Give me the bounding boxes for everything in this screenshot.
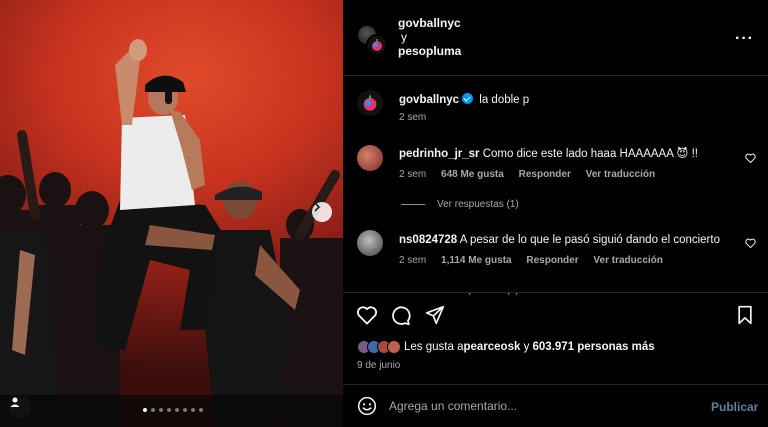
avatar[interactable] <box>357 230 383 256</box>
concert-photo <box>0 39 343 427</box>
view-replies-label: Ver respuestas (1) <box>437 199 519 210</box>
avatar <box>366 34 388 56</box>
comment-body: Como dice este lado haaa HAAAAAA 😈 !! <box>482 148 699 160</box>
comment-body: A pesar de lo que le pasó siguió dando e… <box>459 234 720 246</box>
post-side-panel: govballnyc y pesopluma ··· govballnyc la… <box>343 0 768 427</box>
carousel-dot <box>167 408 171 412</box>
carousel-dot <box>199 408 203 412</box>
caption-body: la doble p <box>479 94 530 106</box>
comment-icon[interactable] <box>390 305 411 326</box>
post-header: govballnyc y pesopluma ··· <box>343 0 768 76</box>
action-bar <box>343 292 768 332</box>
comment-username[interactable]: pedrinho_jr_sr <box>399 148 480 160</box>
liker-username[interactable]: pearceosk <box>463 341 520 353</box>
apple-logo-icon <box>372 39 382 51</box>
collab-authors: govballnyc y pesopluma <box>398 16 461 58</box>
tagged-users-button[interactable] <box>9 396 31 418</box>
post-button[interactable]: Publicar <box>711 400 758 414</box>
divider <box>401 204 425 205</box>
user-icon <box>10 397 20 407</box>
caption-username[interactable]: govballnyc <box>399 94 459 106</box>
chevron-right-icon <box>314 202 321 212</box>
verified-badge-icon <box>462 93 474 104</box>
comment-likes[interactable]: 648 Me gusta <box>441 169 504 180</box>
collab-avatars[interactable] <box>356 24 388 56</box>
comment-meta: 2 sem 648 Me gusta Responder Ver traducc… <box>399 169 667 180</box>
heart-icon[interactable] <box>745 153 756 163</box>
author-link[interactable]: pesopluma <box>398 44 461 58</box>
carousel-dot <box>183 408 187 412</box>
likes-prefix: Les gusta a <box>404 341 464 353</box>
comment-input[interactable] <box>389 395 689 417</box>
translate-button[interactable]: Ver traducción <box>593 255 662 266</box>
carousel-indicator <box>143 408 203 412</box>
author-joiner: y <box>401 30 407 44</box>
likes-count[interactable]: 603.971 personas más <box>533 341 655 353</box>
post-date[interactable]: 9 de junio <box>357 360 400 371</box>
caption-meta: 2 sem <box>399 112 438 123</box>
liker-avatars <box>357 340 401 354</box>
carousel-dot <box>191 408 195 412</box>
view-replies-button[interactable]: Ver respuestas (1) <box>401 199 519 210</box>
share-icon[interactable] <box>425 305 445 325</box>
carousel-dot <box>175 408 179 412</box>
author-link[interactable]: govballnyc <box>398 16 461 30</box>
caption-text: govballnyc la doble p <box>399 93 529 107</box>
translate-button[interactable]: Ver traducción <box>586 169 655 180</box>
comment-meta: 2 sem 1,114 Me gusta Responder Ver tradu… <box>399 255 675 266</box>
heart-icon[interactable] <box>745 238 756 248</box>
avatar[interactable] <box>357 90 383 116</box>
comment-likes[interactable]: 1,114 Me gusta <box>441 255 512 266</box>
apple-logo-icon <box>363 95 377 111</box>
emoji-icon[interactable] <box>357 396 377 416</box>
likes-summary: Les gusta a pearceosk y 603.971 personas… <box>357 340 655 354</box>
likes-middle: y <box>520 341 533 353</box>
more-options-icon[interactable]: ··· <box>735 30 754 48</box>
avatar[interactable] <box>357 145 383 171</box>
bookmark-icon[interactable] <box>736 305 754 325</box>
comment-age: 2 sem <box>399 255 427 266</box>
comment-text: pedrinho_jr_sr Como dice este lado haaa … <box>399 147 698 161</box>
carousel-dot <box>151 408 155 412</box>
comment-username[interactable]: ns0824728 <box>399 234 457 246</box>
carousel-next-button[interactable] <box>312 202 332 222</box>
add-comment-bar: Publicar <box>343 384 768 427</box>
comment-text: ns0824728 A pesar de lo que le pasó sigu… <box>399 233 720 247</box>
heart-icon[interactable] <box>356 305 378 325</box>
post-photo[interactable] <box>0 0 343 427</box>
comment-age: 2 sem <box>399 169 427 180</box>
carousel-dot <box>159 408 163 412</box>
reply-button[interactable]: Responder <box>519 169 571 180</box>
carousel-dot <box>143 408 147 412</box>
caption-age: 2 sem <box>399 112 427 123</box>
reply-button[interactable]: Responder <box>526 255 578 266</box>
